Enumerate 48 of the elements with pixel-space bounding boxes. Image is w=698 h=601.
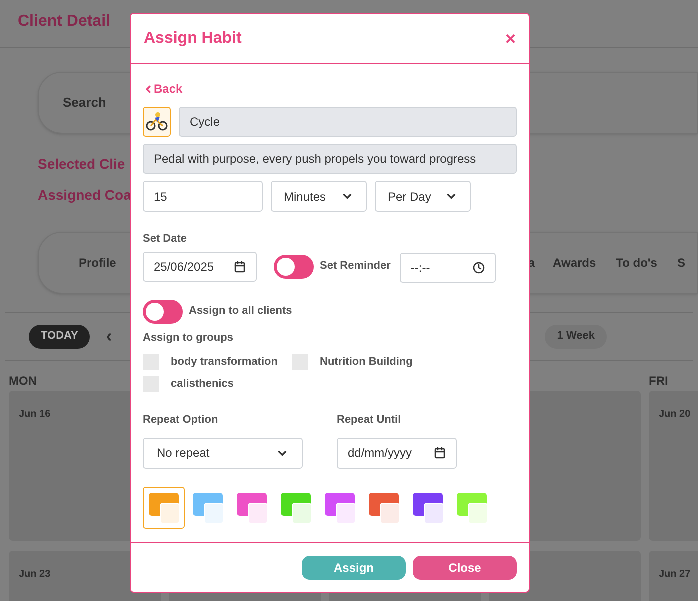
- habit-icon-button[interactable]: [143, 107, 171, 137]
- habit-description-field[interactable]: Pedal with purpose, every push propels you toward progress: [143, 144, 517, 174]
- calendar-icon: [234, 260, 246, 272]
- toggle-switch[interactable]: [143, 300, 183, 324]
- search-label: Search: [63, 94, 106, 112]
- clock-icon: [472, 262, 485, 274]
- page-title: Client Detail: [18, 13, 110, 30]
- frequency-select[interactable]: Per Day: [375, 181, 471, 212]
- assign-all-label: Assign to all clients: [189, 304, 292, 320]
- dialog-title: Assign Habit: [144, 28, 242, 48]
- close-button[interactable]: ×: [505, 30, 516, 48]
- day-date: Jun 27: [659, 569, 691, 580]
- day-header: FRI: [649, 374, 668, 388]
- close-dialog-button[interactable]: Close: [413, 556, 517, 580]
- repeat-select[interactable]: No repeat: [143, 438, 303, 468]
- assign-button[interactable]: Assign: [302, 556, 406, 580]
- tab[interactable]: S: [677, 254, 686, 272]
- groups-label: Assign to groups: [143, 330, 234, 346]
- previous-button[interactable]: ‹: [106, 323, 112, 350]
- color-swatch[interactable]: [143, 486, 185, 528]
- today-button[interactable]: TODAY: [29, 324, 90, 348]
- group-label: Nutrition Building: [320, 355, 413, 370]
- repeat-until-field[interactable]: dd/mm/yyyy: [337, 438, 457, 468]
- range-button[interactable]: 1 Week: [545, 324, 607, 348]
- date-field[interactable]: 25/06/2025: [143, 252, 257, 282]
- reminder-label: Set Reminder: [320, 259, 391, 274]
- day-date: Jun 20: [659, 409, 691, 420]
- selected-client-label: Selected Clie: [38, 155, 126, 174]
- repeat-option-label: Repeat Option: [143, 413, 220, 428]
- tab[interactable]: Profile: [79, 254, 116, 272]
- assigned-coach-label: Assigned Coa: [38, 186, 132, 205]
- repeat-until-label: Repeat Until: [337, 413, 402, 428]
- tab[interactable]: Awards: [553, 254, 596, 272]
- habit-name-field[interactable]: Cycle: [179, 107, 517, 137]
- unit-select[interactable]: Minutes: [271, 181, 367, 212]
- calendar-icon: [434, 447, 446, 459]
- tab[interactable]: To do's: [616, 254, 658, 272]
- cyclist-icon: [146, 112, 168, 132]
- day-date: Jun 23: [19, 569, 51, 580]
- day-header: MON: [9, 374, 37, 388]
- back-link[interactable]: Back: [143, 80, 183, 98]
- day-date: Jun 16: [19, 409, 51, 420]
- group-label: calisthenics: [171, 376, 234, 392]
- amount-field[interactable]: 15: [143, 181, 263, 212]
- time-field[interactable]: --:--: [400, 252, 496, 282]
- toggle-switch[interactable]: [274, 254, 314, 278]
- group-label: body transformation: [171, 355, 278, 370]
- set-date-label: Set Date: [143, 232, 188, 247]
